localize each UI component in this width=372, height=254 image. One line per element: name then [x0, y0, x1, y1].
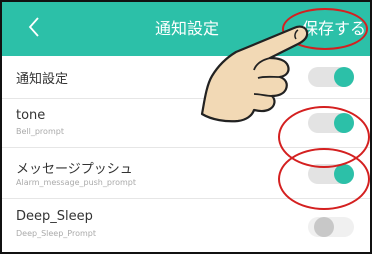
setting-label: Deep_Sleep — [16, 209, 93, 224]
setting-label: 通知設定 — [16, 72, 69, 87]
deep-sleep-toggle[interactable] — [308, 217, 354, 237]
setting-sublabel: Alarm_message_push_prompt — [16, 178, 136, 187]
setting-label: tone — [16, 108, 46, 123]
chevron-left-icon[interactable] — [20, 12, 50, 42]
toggle-highlight-ring — [278, 148, 370, 210]
setting-label: メッセージプッシュ — [16, 162, 133, 177]
toggle-knob — [314, 217, 334, 237]
toggle-knob — [334, 67, 354, 87]
pointing-hand-icon — [200, 25, 309, 123]
screenshot-frame: 通知設定 保存する 通知設定 tone Bell_prompt メッセージプッシ… — [0, 0, 372, 254]
setting-sublabel: Bell_prompt — [16, 127, 64, 136]
setting-sublabel: Deep_Sleep_Prompt — [16, 229, 97, 238]
